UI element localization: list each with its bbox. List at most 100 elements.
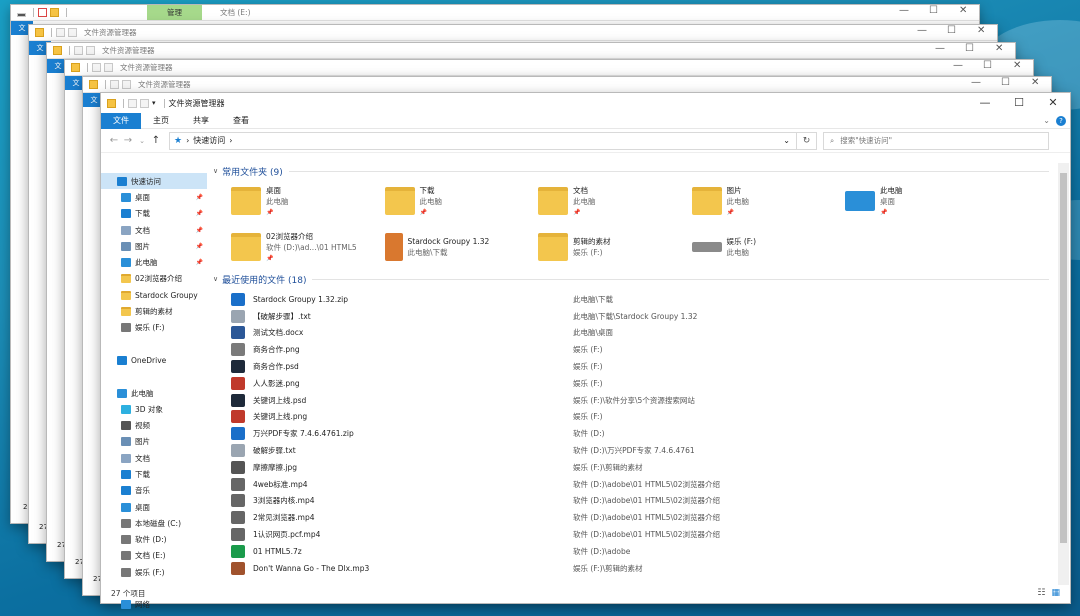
tab-home[interactable]: 主页	[141, 113, 181, 129]
close-button[interactable]: ✕	[1013, 60, 1021, 71]
file-row[interactable]: Don't Wanna Go - The Dlx.mp3 娱乐 (F:)\剪辑的素…	[231, 560, 1059, 577]
sidebar-item[interactable]: 图片 📌	[101, 238, 207, 254]
search-input[interactable]: ⌕ 搜索"快速访问"	[823, 131, 1049, 150]
sidebar-item[interactable]: 音乐	[101, 483, 207, 499]
sidebar-item[interactable]: 娱乐 (F:)	[101, 564, 207, 580]
close-button[interactable]: ✕	[1031, 77, 1039, 88]
file-row[interactable]: 测试文档.docx 此电脑\桌面	[231, 325, 1059, 342]
address-dropdown-icon[interactable]: ⌄	[783, 136, 790, 145]
folder-tile[interactable]: 此电脑 桌面 📌	[845, 181, 999, 221]
help-icon[interactable]: ?	[1056, 115, 1066, 126]
forward-button[interactable]: →	[121, 135, 135, 146]
folder-icon	[121, 274, 131, 284]
main-explorer-window[interactable]: ▾ 文件资源管理器 — ☐ ✕ 文件 主页 共享 查看 ⌄ ? ← → ⌄ ↑ …	[100, 92, 1071, 610]
sidebar-item[interactable]: 娱乐 (F:)	[101, 320, 207, 336]
sidebar-item[interactable]: OneDrive	[101, 352, 207, 368]
minimize-button[interactable]: —	[953, 60, 963, 71]
sidebar-item[interactable]: 桌面	[101, 499, 207, 515]
breadcrumb-quick-access[interactable]: 快速访问	[193, 135, 225, 146]
collapse-chevron-icon[interactable]: ∨	[213, 167, 218, 175]
tile-location: 此电脑	[419, 196, 443, 206]
folder-tile[interactable]: 剪辑的素材 娱乐 (F:)	[538, 227, 692, 267]
sidebar-item[interactable]: 桌面 📌	[101, 189, 207, 205]
minimize-button[interactable]: —	[935, 43, 945, 54]
tab-view[interactable]: 查看	[221, 113, 261, 129]
sidebar-item[interactable]: 剪辑的素材	[101, 303, 207, 319]
file-row[interactable]: 万兴PDF专家 7.4.6.4761.zip 软件 (D:)	[231, 425, 1059, 442]
file-row[interactable]: 01 HTML5.7z 软件 (D:)\adobe	[231, 543, 1059, 560]
recent-files-header[interactable]: ∨ 最近使用的文件 (18)	[207, 271, 1059, 287]
ribbon-expand-icon[interactable]: ⌄	[1043, 116, 1050, 125]
folder-tile[interactable]: 娱乐 (F:) 此电脑	[691, 227, 846, 267]
sidebar-item[interactable]: 3D 对象	[101, 401, 207, 417]
properties-icon[interactable]	[128, 98, 137, 108]
folder-tile[interactable]: 图片 此电脑 📌	[691, 181, 846, 221]
file-row[interactable]: 摩擦摩擦.jpg 娱乐 (F:)\剪辑的素材	[231, 459, 1059, 476]
maximize-button[interactable]: ☐	[1001, 77, 1010, 88]
frequent-folders-header[interactable]: ∨ 常用文件夹 (9)	[207, 163, 1059, 179]
folder-tile[interactable]: Stardock Groupy 1.32 此电脑\下载	[384, 227, 539, 267]
file-row[interactable]: 商务合作.psd 娱乐 (F:)	[231, 358, 1059, 375]
folder-tile[interactable]: 文档 此电脑 📌	[538, 181, 692, 221]
maximize-button[interactable]: ☐	[947, 25, 956, 36]
details-view-icon[interactable]: ☷	[1037, 588, 1045, 598]
manage-tab[interactable]: 管理	[147, 5, 202, 20]
file-row[interactable]: Stardock Groupy 1.32.zip 此电脑\下载	[231, 291, 1059, 308]
sidebar-item[interactable]: 此电脑 📌	[101, 254, 207, 270]
close-button[interactable]: ✕	[995, 43, 1003, 54]
sidebar-item[interactable]: 下载	[101, 466, 207, 482]
maximize-button[interactable]: ☐	[929, 5, 938, 16]
recent-locations-button[interactable]: ⌄	[135, 137, 149, 145]
sidebar-item[interactable]: 文档 (E:)	[101, 548, 207, 564]
breadcrumb-chevron[interactable]: ›	[229, 136, 232, 145]
file-row[interactable]: 【破解步骤】.txt 此电脑\下载\Stardock Groupy 1.32	[231, 308, 1059, 325]
tiles-view-icon[interactable]: ▦	[1051, 588, 1060, 598]
quick-access-dropdown-icon[interactable]: ▾	[152, 99, 156, 107]
file-row[interactable]: 破解步骤.txt 软件 (D:)\万兴PDF专家 7.4.6.4761	[231, 442, 1059, 459]
maximize-button[interactable]: ☐	[965, 43, 974, 54]
maximize-button[interactable]: ☐	[1002, 93, 1036, 113]
folder-tile[interactable]: 下载 此电脑 📌	[384, 181, 539, 221]
file-row[interactable]: 关键词上线.psd 娱乐 (F:)\软件分享\5个资源搜索网站	[231, 392, 1059, 409]
tab-file[interactable]: 文件	[101, 112, 141, 129]
maximize-button[interactable]: ☐	[983, 60, 992, 71]
file-row[interactable]: 3浏览器内核.mp4 软件 (D:)\adobe\01 HTML5\02浏览器介绍	[231, 493, 1059, 510]
sidebar-item[interactable]: Stardock Groupy	[101, 287, 207, 303]
minimize-button[interactable]: —	[899, 5, 909, 16]
back-button[interactable]: ←	[107, 135, 121, 146]
up-button[interactable]: ↑	[149, 135, 163, 146]
minimize-button[interactable]: —	[917, 25, 927, 36]
sidebar-item[interactable]: 02浏览器介绍	[101, 271, 207, 287]
minimize-button[interactable]: —	[968, 93, 1002, 113]
drive-icon	[121, 323, 131, 333]
sidebar-item[interactable]: 文档	[101, 450, 207, 466]
sidebar-item[interactable]: 软件 (D:)	[101, 532, 207, 548]
scrollbar-thumb[interactable]	[1060, 173, 1067, 543]
close-button[interactable]: ✕	[977, 25, 985, 36]
vertical-scrollbar[interactable]	[1058, 163, 1069, 585]
sidebar-item[interactable]: 本地磁盘 (C:)	[101, 515, 207, 531]
file-row[interactable]: 1认识网页.pcf.mp4 软件 (D:)\adobe\01 HTML5\02浏览…	[231, 526, 1059, 543]
sidebar-item[interactable]: 快速访问	[101, 173, 207, 190]
file-row[interactable]: 4web标准.mp4 软件 (D:)\adobe\01 HTML5\02浏览器介绍	[231, 476, 1059, 493]
sidebar-item[interactable]: 图片	[101, 434, 207, 450]
sidebar-item[interactable]: 下载 📌	[101, 206, 207, 222]
sidebar-item-label: 文档	[135, 225, 150, 235]
file-row[interactable]: 人人影迷.png 娱乐 (F:)	[231, 375, 1059, 392]
close-button[interactable]: ✕	[959, 5, 967, 16]
close-button[interactable]: ✕	[1036, 93, 1070, 113]
folder-tile[interactable]: 桌面 此电脑 📌	[231, 181, 385, 221]
tab-share[interactable]: 共享	[181, 113, 221, 129]
file-row[interactable]: 2常见浏览器.mp4 软件 (D:)\adobe\01 HTML5\02浏览器介绍	[231, 509, 1059, 526]
sidebar-item[interactable]: 视频	[101, 417, 207, 433]
file-row[interactable]: 商务合作.png 娱乐 (F:)	[231, 341, 1059, 358]
refresh-button[interactable]: ↻	[797, 131, 817, 150]
sidebar-item[interactable]: 文档 📌	[101, 222, 207, 238]
address-bar[interactable]: ★ › 快速访问 › ⌄	[169, 131, 797, 150]
new-folder-icon[interactable]	[140, 98, 149, 108]
folder-tile[interactable]: 02浏览器介绍 软件 (D:)\ad...\01 HTML5 📌	[231, 227, 385, 267]
minimize-button[interactable]: —	[971, 77, 981, 88]
collapse-chevron-icon[interactable]: ∨	[213, 275, 218, 283]
sidebar-item[interactable]: 此电脑	[101, 385, 207, 401]
file-row[interactable]: 关键词上线.png 娱乐 (F:)	[231, 409, 1059, 426]
